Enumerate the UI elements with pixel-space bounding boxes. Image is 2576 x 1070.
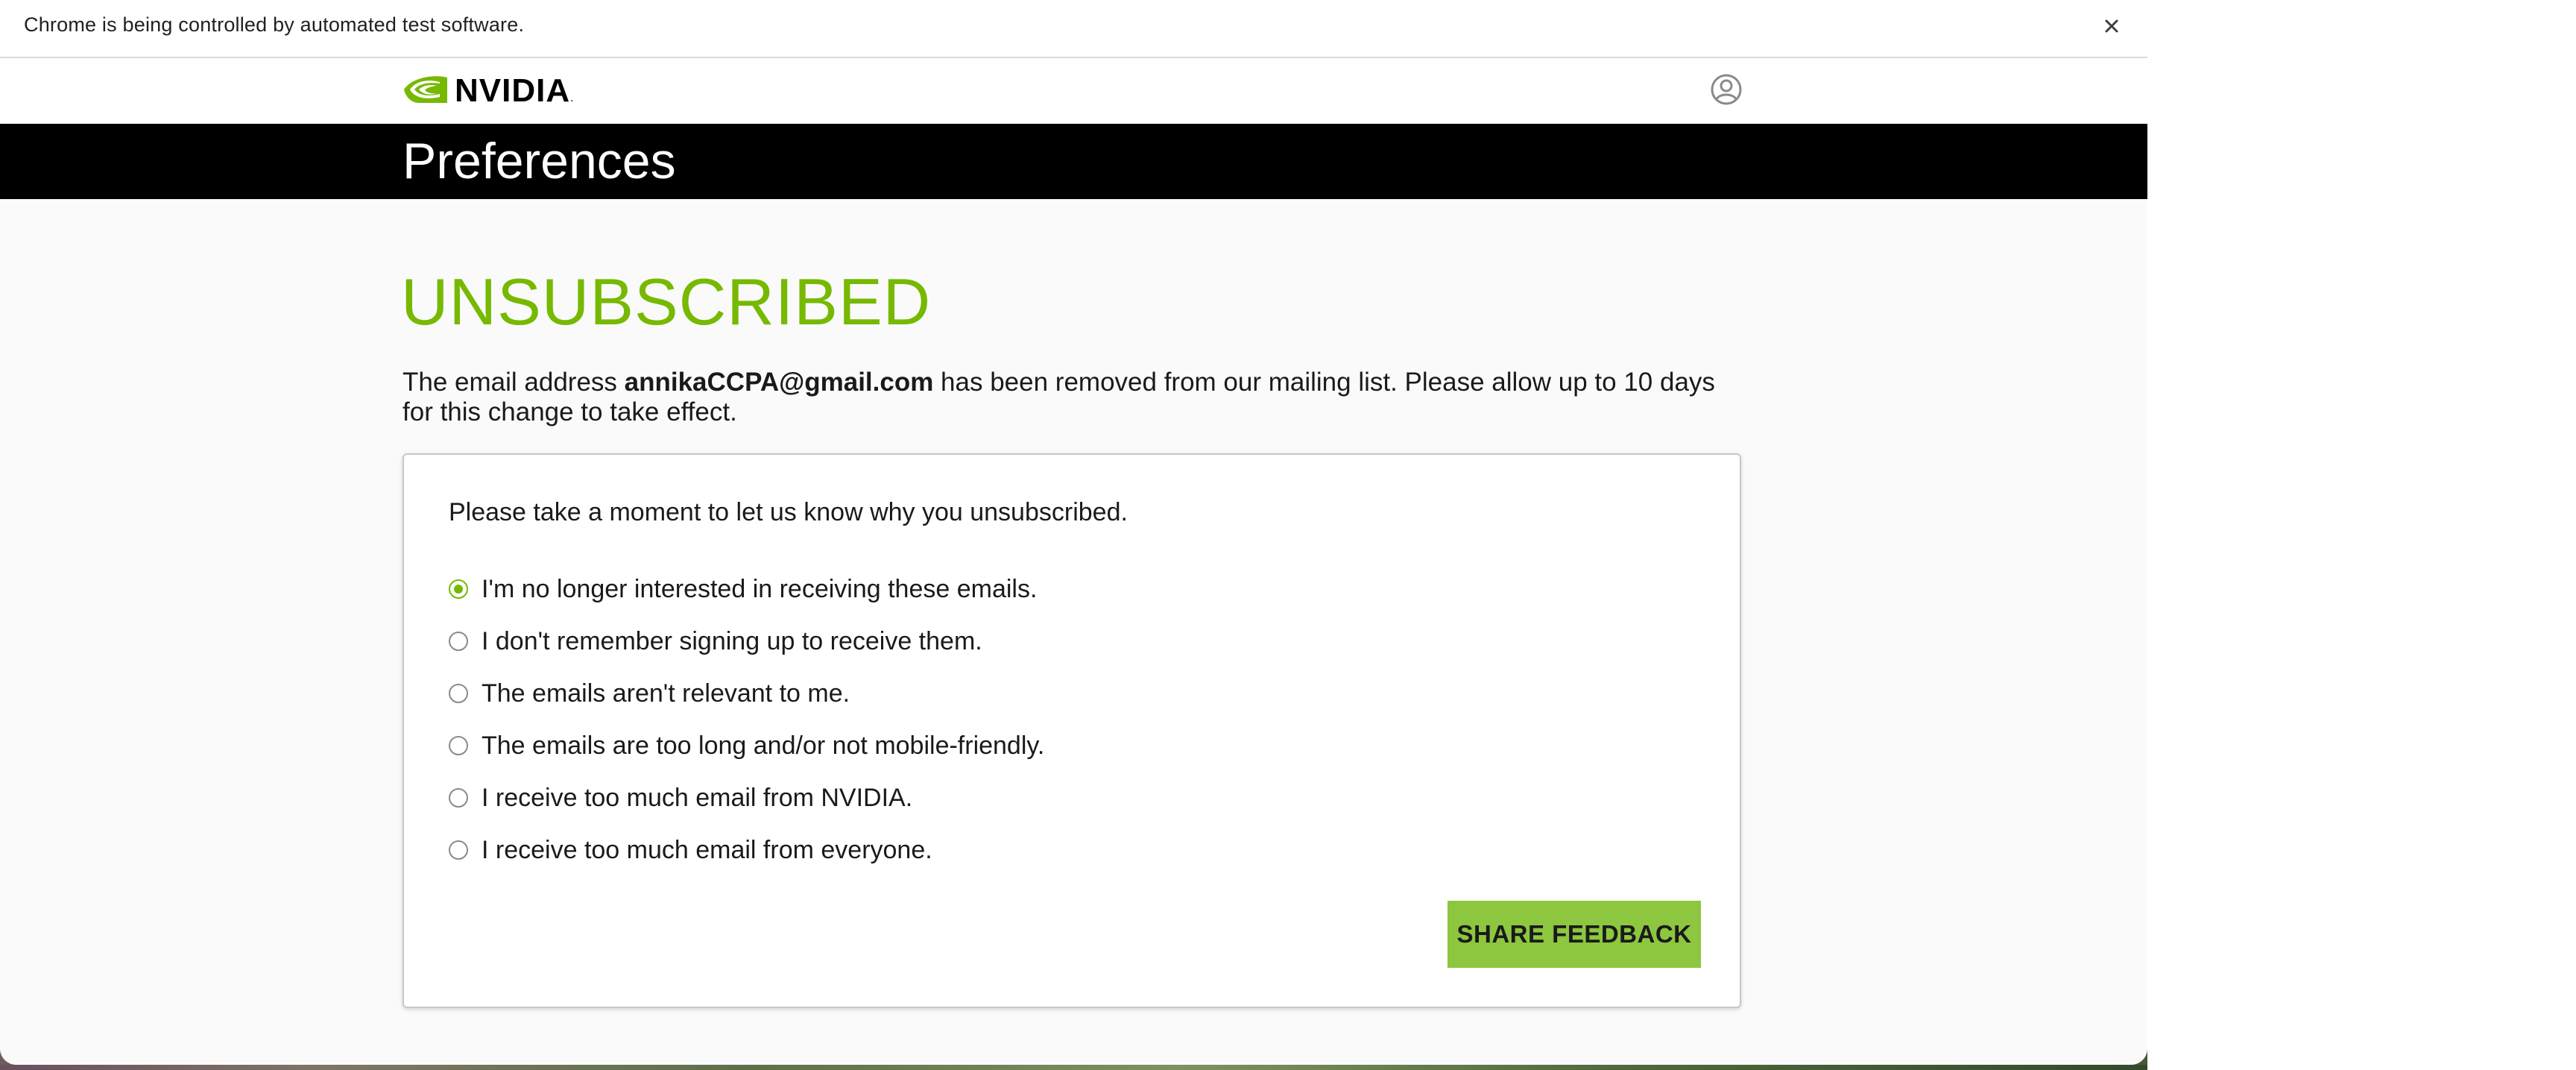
nvidia-eye-icon xyxy=(404,76,447,103)
user-circle-icon[interactable] xyxy=(1710,73,1743,106)
reason-radio-4[interactable] xyxy=(449,788,468,808)
reason-label: I receive too much email from everyone. xyxy=(482,836,932,864)
reason-radio-3[interactable] xyxy=(449,736,468,755)
reason-radio-0[interactable] xyxy=(449,579,468,599)
site-header: NVIDIA. xyxy=(0,58,2147,124)
reason-label: The emails are too long and/or not mobil… xyxy=(482,731,1045,760)
reason-label: The emails aren't relevant to me. xyxy=(482,679,850,708)
feedback-form: Please take a moment to let us know why … xyxy=(402,453,1741,1008)
desktop-background-strip xyxy=(0,1065,2147,1070)
title-bar: Preferences xyxy=(0,124,2147,199)
email-address: annikaCCPA@gmail.com xyxy=(624,368,934,397)
message-prefix: The email address xyxy=(402,368,625,397)
reason-label: I receive too much email from NVIDIA. xyxy=(482,784,913,812)
reason-radio-1[interactable] xyxy=(449,632,468,651)
share-feedback-button[interactable]: SHARE FEEDBACK xyxy=(1448,901,1701,968)
reason-label: I don't remember signing up to receive t… xyxy=(482,627,982,655)
unsubscribe-message: The email address annikaCCPA@gmail.com h… xyxy=(402,368,1744,427)
feedback-prompt: Please take a moment to let us know why … xyxy=(449,498,1128,526)
page-background-right xyxy=(2147,0,2576,1070)
reason-radio-2[interactable] xyxy=(449,684,468,703)
page-title: Preferences xyxy=(402,133,676,189)
logo-wordmark: NVIDIA. xyxy=(455,72,575,109)
reason-radio-5[interactable] xyxy=(449,840,468,860)
browser-window: Chrome is being controlled by automated … xyxy=(0,0,2147,1065)
automation-infobar: Chrome is being controlled by automated … xyxy=(0,0,2147,58)
close-icon[interactable] xyxy=(2099,13,2124,39)
unsubscribed-headline: UNSUBSCRIBED xyxy=(401,265,932,339)
infobar-message: Chrome is being controlled by automated … xyxy=(24,13,525,36)
reason-label: I'm no longer interested in receiving th… xyxy=(482,575,1038,603)
main-content: UNSUBSCRIBED The email address annikaCCP… xyxy=(0,199,2147,1065)
